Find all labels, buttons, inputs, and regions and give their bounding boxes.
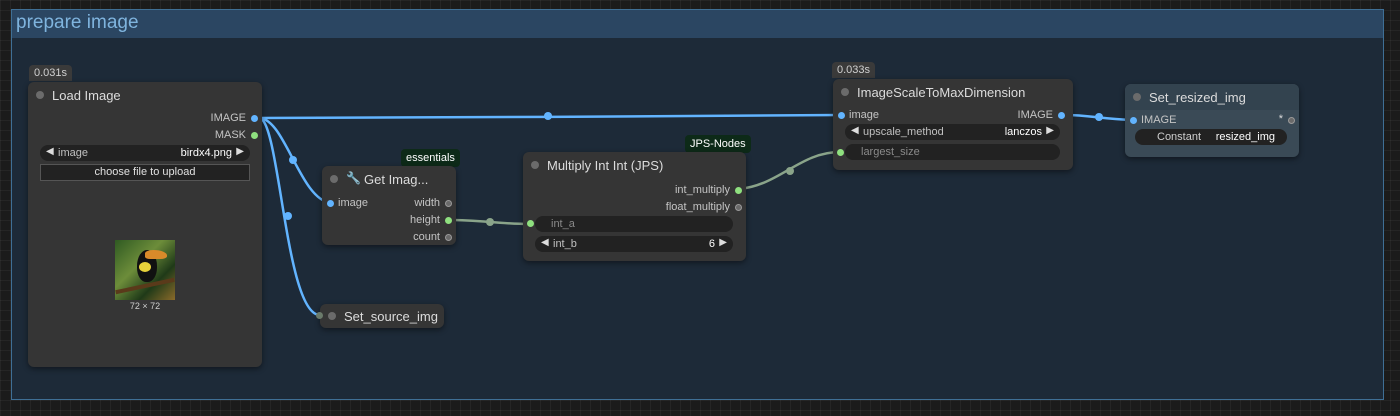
output-float-multiply-label: float_multiply (665, 201, 730, 213)
node-set-resized-img[interactable]: Set_resized_img IMAGE * Constant resized… (1125, 84, 1299, 157)
reroute-dot[interactable] (786, 167, 794, 175)
node-title[interactable]: Multiply Int Int (JPS) (523, 152, 746, 178)
output-slot[interactable] (1288, 117, 1295, 124)
upscale-method-combo[interactable]: ◀ upscale_method lanczos ▶ (845, 124, 1060, 140)
node-title[interactable]: ImageScaleToMaxDimension (833, 79, 1073, 105)
input-image-label: IMAGE (1141, 114, 1177, 126)
widget-value: resized_img (1215, 131, 1275, 143)
arrow-right-icon[interactable]: ▶ (719, 237, 727, 248)
output-height-label: height (410, 214, 440, 226)
node-title-text: Multiply Int Int (JPS) (547, 158, 664, 173)
node-image-scale-to-max-dimension[interactable]: ImageScaleToMaxDimension image IMAGE ◀ u… (833, 79, 1073, 170)
int-b-widget[interactable]: ◀ int_b 6 ▶ (535, 236, 733, 252)
pack-tag: JPS-Nodes (685, 135, 751, 153)
widget-value: 6 (708, 238, 715, 250)
image-file-combo[interactable]: ◀ image birdx4.png ▶ (40, 145, 250, 161)
node-title-text: Load Image (52, 88, 121, 103)
node-multiply-int[interactable]: Multiply Int Int (JPS) int_multiply floa… (523, 152, 746, 261)
input-image-label: image (849, 109, 879, 121)
output-mask-slot[interactable] (251, 132, 258, 139)
widget-name: image (58, 147, 88, 159)
output-count-label: count (413, 231, 440, 243)
node-get-image-size[interactable]: 🔧 Get Imag... image width height count (322, 166, 456, 245)
output-mask-label: MASK (214, 129, 246, 141)
input-image-slot[interactable] (327, 200, 334, 207)
node-title-text: Set_source_img (344, 309, 438, 324)
node-title[interactable]: Set_resized_img (1125, 84, 1299, 110)
node-set-source-img[interactable]: Set_source_img (316, 304, 444, 328)
output-image-label: IMAGE (210, 112, 246, 124)
collapse-dot-icon[interactable] (330, 175, 338, 183)
output-count-slot[interactable] (445, 234, 452, 241)
output-image-slot[interactable] (251, 115, 258, 122)
arrow-left-icon[interactable]: ◀ (851, 125, 859, 136)
node-title[interactable]: Set_source_img (320, 304, 444, 328)
output-image-slot[interactable] (1058, 112, 1065, 119)
widget-name: int_a (551, 218, 575, 230)
output-width-label: width (414, 197, 440, 209)
collapse-dot-icon[interactable] (531, 161, 539, 169)
widget-name: upscale_method (863, 126, 944, 138)
output-float-multiply-slot[interactable] (735, 204, 742, 211)
reroute-dot[interactable] (486, 218, 494, 226)
reroute-dot[interactable] (544, 112, 552, 120)
reroute-dot[interactable] (284, 212, 292, 220)
image-preview (115, 240, 175, 300)
output-width-slot[interactable] (445, 200, 452, 207)
arrow-right-icon[interactable]: ▶ (236, 146, 244, 157)
exec-time-badge: 0.033s (832, 62, 876, 78)
pack-tag: essentials (401, 149, 460, 167)
input-largest-size-slot[interactable] (837, 149, 844, 156)
widget-name: int_b (553, 238, 577, 250)
node-title[interactable]: 🔧 Get Imag... (322, 166, 456, 192)
node-title-text: Set_resized_img (1149, 90, 1246, 105)
output-height-slot[interactable] (445, 217, 452, 224)
widget-name: Constant (1157, 131, 1202, 143)
node-title-text: ImageScaleToMaxDimension (857, 85, 1026, 100)
node-title[interactable]: Load Image (28, 82, 262, 108)
widget-name: largest_size (861, 146, 920, 158)
upload-button[interactable]: choose file to upload (40, 164, 250, 181)
arrow-right-icon[interactable]: ▶ (1046, 125, 1054, 136)
arrow-left-icon[interactable]: ◀ (46, 146, 54, 157)
collapse-dot-icon[interactable] (328, 312, 336, 320)
widget-value: birdx4.png (180, 147, 232, 159)
collapse-dot-icon[interactable] (1133, 93, 1141, 101)
node-title-text: Get Imag... (364, 172, 429, 187)
reroute-dot[interactable] (289, 156, 297, 164)
input-int-a-slot[interactable] (527, 220, 534, 227)
input-image-slot[interactable] (838, 112, 845, 119)
collapse-dot-icon[interactable] (841, 88, 849, 96)
constant-widget[interactable]: Constant resized_img (1135, 129, 1287, 145)
arrow-left-icon[interactable]: ◀ (541, 237, 549, 248)
largest-size-widget[interactable]: largest_size (845, 144, 1060, 160)
int-a-widget[interactable]: int_a (535, 216, 733, 232)
preview-size-caption: 72 × 72 (129, 301, 161, 311)
reroute-dot[interactable] (1095, 113, 1103, 121)
output-int-multiply-label: int_multiply (674, 184, 730, 196)
input-image-slot[interactable] (1130, 117, 1137, 124)
node-load-image[interactable]: Load Image IMAGE MASK ◀ image birdx4.png… (28, 82, 262, 367)
input-image-label: image (338, 197, 368, 209)
output-wildcard-label: * (1278, 113, 1283, 125)
output-image-label: IMAGE (1017, 109, 1053, 121)
output-int-multiply-slot[interactable] (735, 187, 742, 194)
wrench-icon: 🔧 (346, 171, 361, 185)
collapse-dot-icon[interactable] (36, 91, 44, 99)
exec-time-badge: 0.031s (29, 65, 73, 81)
widget-value: lanczos (1004, 126, 1042, 138)
